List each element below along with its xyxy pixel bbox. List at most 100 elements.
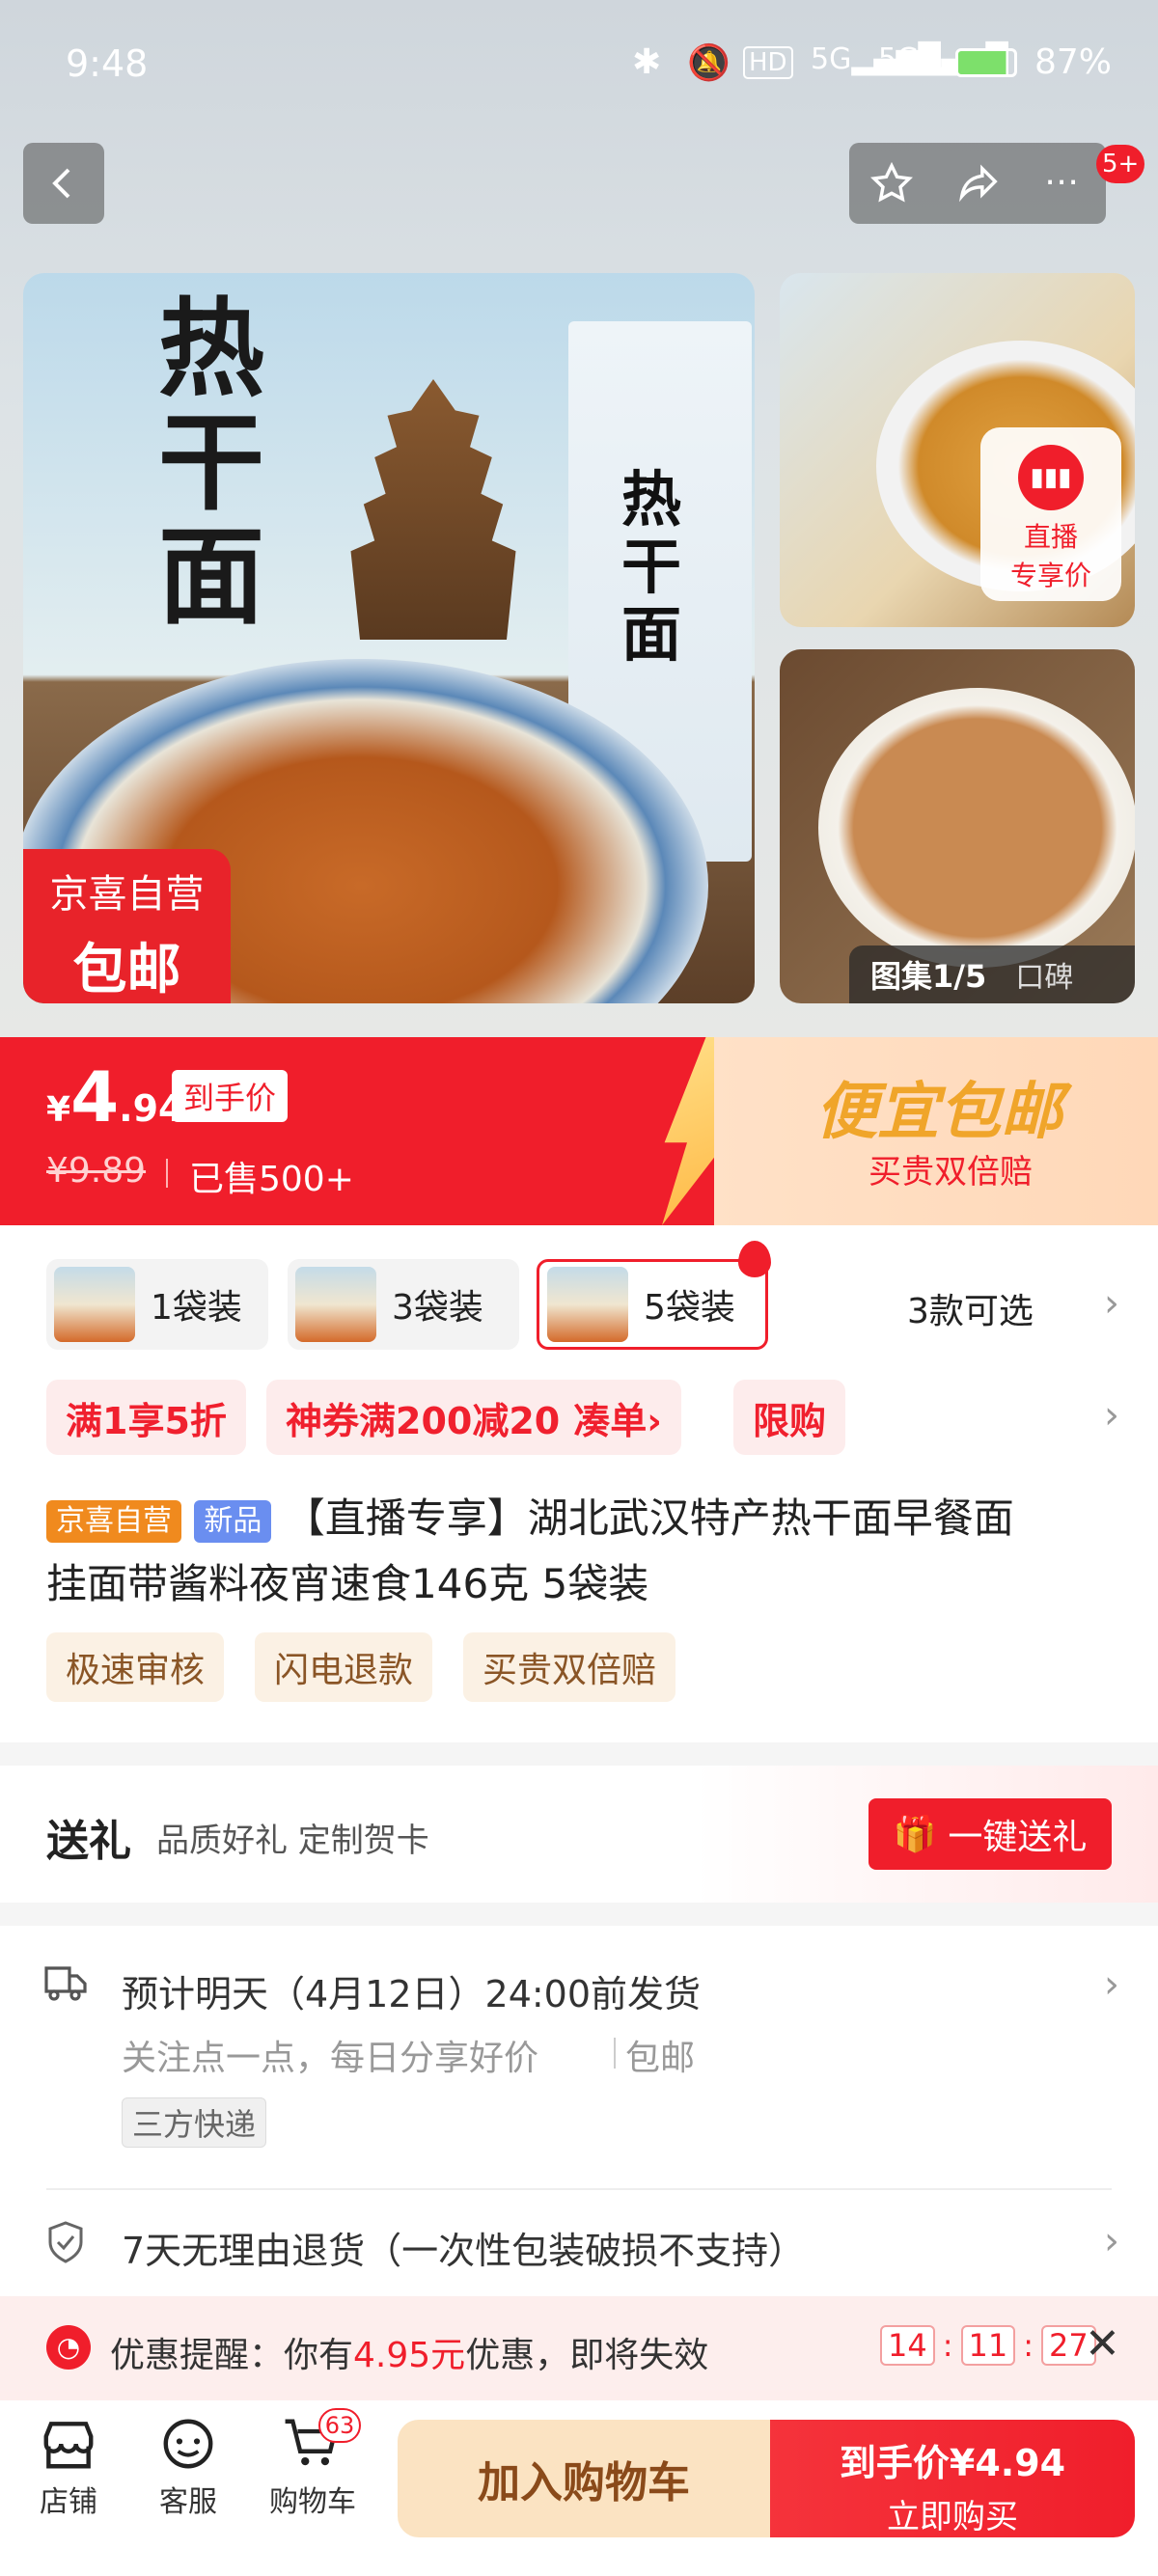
shipping-line-2-divider bbox=[614, 2038, 616, 2069]
sauce-bowl bbox=[818, 688, 1135, 968]
service-label: 客服 bbox=[159, 2485, 217, 2519]
coupon-discount[interactable]: 满1享5折 bbox=[46, 1380, 246, 1455]
live-icon: ▮▮▮ bbox=[1018, 445, 1084, 510]
store-tab[interactable]: 店铺 bbox=[35, 2416, 102, 2520]
share-button[interactable] bbox=[950, 154, 1007, 212]
sku-thumb-1 bbox=[54, 1267, 135, 1342]
store-badge-line2: 包邮 bbox=[72, 939, 181, 1001]
sku-thumb-3 bbox=[547, 1267, 628, 1342]
store-icon bbox=[43, 2422, 94, 2469]
gift-button[interactable]: 🎁 一键送礼 bbox=[868, 1798, 1112, 1870]
sku-chip-1[interactable]: 1袋装 bbox=[46, 1259, 268, 1350]
promo-subtitle: 买贵双倍赔 bbox=[868, 1153, 1033, 1192]
package-title: 热干面 bbox=[621, 464, 682, 670]
album-counter: 图集1/5 bbox=[870, 958, 987, 995]
hot-flame-icon bbox=[738, 1241, 771, 1277]
coupon-voucher-action[interactable]: 凑单› bbox=[573, 1391, 662, 1444]
chat-icon bbox=[163, 2419, 213, 2469]
gift-button-label: 一键送礼 bbox=[948, 1818, 1088, 1857]
service-tag-2[interactable]: 闪电退款 bbox=[255, 1632, 433, 1702]
sku-thumb-2 bbox=[295, 1267, 376, 1342]
service-tag-3[interactable]: 买贵双倍赔 bbox=[463, 1632, 676, 1702]
shipping-line-2: 关注点一点，每日分享好价 bbox=[122, 2039, 539, 2078]
main-title-text: 热干面 bbox=[158, 287, 264, 639]
gift-icon: 🎁 bbox=[893, 1815, 937, 1854]
countdown-sep-2: : bbox=[1023, 2327, 1034, 2364]
coupon-limit[interactable]: 限购 bbox=[733, 1380, 846, 1455]
chevron-left-icon bbox=[52, 168, 70, 199]
returns-row[interactable]: 7天无理由退货（一次性包装破损不支持） › bbox=[0, 2190, 1158, 2296]
countdown-minutes: 11 bbox=[960, 2325, 1016, 2366]
price-currency: ¥ bbox=[46, 1090, 71, 1130]
coupon-voucher-text: 神券满200减20 bbox=[286, 1399, 561, 1442]
tag-store: 京喜自营 bbox=[46, 1499, 181, 1543]
store-badge-line1: 京喜自营 bbox=[49, 872, 205, 917]
buy-now-label: 立即购买 bbox=[887, 2498, 1018, 2536]
side-image-1[interactable]: ▮▮▮ 直播 专享价 bbox=[780, 273, 1135, 627]
bottom-action-bar: 店铺 客服 购物车 63 加入购物车 到手价¥4.94 立即购买 bbox=[0, 2400, 1158, 2576]
sku-chevron-right-icon[interactable]: › bbox=[1104, 1281, 1119, 1326]
sku-label-3: 5袋装 bbox=[644, 1288, 735, 1328]
live-label-1: 直播 bbox=[1023, 521, 1078, 553]
side-image-2[interactable]: 图集1/5 口碑 bbox=[780, 649, 1135, 1003]
gift-row[interactable]: 送礼 品质好礼 定制贺卡 🎁 一键送礼 bbox=[0, 1766, 1158, 1903]
tower-illustration bbox=[350, 379, 516, 640]
add-to-cart-label: 加入购物车 bbox=[478, 2458, 690, 2507]
battery-icon bbox=[955, 48, 1017, 77]
gift-desc: 品质好礼 定制贺卡 bbox=[156, 1822, 429, 1860]
service-tag-1[interactable]: 极速审核 bbox=[46, 1632, 225, 1702]
reminder-suffix: 优惠，即将失效 bbox=[465, 2336, 709, 2375]
cart-tab[interactable]: 购物车 63 bbox=[268, 2408, 361, 2520]
shipping-line-1: 预计明天（4月12日）24:00前发货 bbox=[122, 1973, 702, 2015]
sku-count[interactable]: 3款可选 bbox=[907, 1283, 1034, 1333]
main-product-image[interactable]: 热干面 热干面 京喜自营 包邮 bbox=[23, 273, 755, 1003]
reviews-tab[interactable]: 口碑 bbox=[1015, 953, 1073, 996]
shipping-chevron-right-icon[interactable]: › bbox=[1104, 1962, 1119, 2007]
title-line-2: 挂面带酱料夜宵速食146克 5袋装 bbox=[46, 1560, 649, 1607]
coupon-voucher[interactable]: 神券满200减20 凑单› bbox=[266, 1380, 681, 1455]
album-counter-bar[interactable]: 图集1/5 口碑 bbox=[849, 945, 1135, 1003]
service-tab[interactable]: 客服 bbox=[154, 2416, 222, 2520]
tag-new: 新品 bbox=[194, 1499, 272, 1543]
sku-chip-3-selected[interactable]: 5袋装 bbox=[537, 1241, 771, 1350]
carrier-tag: 三方快递 bbox=[122, 2097, 267, 2148]
truck-icon bbox=[44, 1966, 87, 2001]
back-button[interactable] bbox=[23, 143, 104, 224]
buy-now-button[interactable]: 到手价¥4.94 立即购买 bbox=[770, 2420, 1135, 2537]
coupon-chevron-right-icon[interactable]: › bbox=[1104, 1393, 1119, 1438]
action-group: ⋯ bbox=[849, 143, 1106, 224]
hd-icon: HD bbox=[743, 46, 793, 79]
promo-panel[interactable]: 便宜包邮 买贵双倍赔 bbox=[714, 1037, 1158, 1225]
live-label-2: 专享价 bbox=[1009, 560, 1091, 591]
more-badge: 5+ bbox=[1096, 145, 1145, 183]
more-button[interactable]: ⋯ bbox=[1033, 152, 1090, 210]
coupon-reminder-bar[interactable]: ◔ 优惠提醒：你有4.95元优惠，即将失效 14 : 11 : 27 ✕ bbox=[0, 2296, 1158, 2400]
shipping-free: 包邮 bbox=[625, 2039, 696, 2078]
shipping-row[interactable]: 预计明天（4月12日）24:00前发货 关注点一点，每日分享好价 包邮 三方快递… bbox=[0, 1926, 1158, 2186]
add-to-cart-button[interactable]: 加入购物车 bbox=[398, 2420, 770, 2537]
status-time: 9:48 bbox=[66, 42, 149, 85]
bluetooth-icon: ✱ bbox=[632, 42, 662, 82]
sold-count: 已售500+ bbox=[189, 1160, 354, 1199]
section-divider-1 bbox=[0, 1742, 1158, 1766]
reminder-prefix: 优惠提醒：你有 bbox=[110, 2336, 354, 2375]
status-bar: 9:48 ✱ 🔕 HD 5G▂▄▆█ 5G▂▄▆█ 87% bbox=[0, 0, 1158, 130]
returns-chevron-right-icon[interactable]: › bbox=[1104, 2219, 1119, 2263]
close-icon[interactable]: ✕ bbox=[1085, 2319, 1120, 2369]
countdown: 14 : 11 : 27 bbox=[880, 2325, 1096, 2366]
clock-icon: ◔ bbox=[46, 2325, 91, 2370]
price-integer: 4 bbox=[70, 1056, 120, 1137]
reminder-amount: 4.95元 bbox=[353, 2336, 466, 2375]
countdown-hours: 14 bbox=[880, 2325, 935, 2366]
product-title: 京喜自营 新品 【直播专享】湖北武汉特产热干面早餐面 挂面带酱料夜宵速食146克… bbox=[46, 1486, 1127, 1617]
cart-label: 购物车 bbox=[269, 2485, 356, 2519]
store-badge: 京喜自营 包邮 bbox=[23, 849, 231, 1003]
sku-chip-2[interactable]: 3袋装 bbox=[288, 1259, 519, 1350]
battery-text: 87% bbox=[1034, 42, 1113, 82]
mute-icon: 🔕 bbox=[687, 43, 731, 83]
final-price-tag: 到手价 bbox=[172, 1070, 289, 1122]
original-price: ¥9.89 bbox=[46, 1151, 147, 1191]
favorite-button[interactable] bbox=[863, 154, 921, 212]
live-price-card[interactable]: ▮▮▮ 直播 专享价 bbox=[980, 427, 1121, 601]
price-divider bbox=[166, 1159, 168, 1188]
